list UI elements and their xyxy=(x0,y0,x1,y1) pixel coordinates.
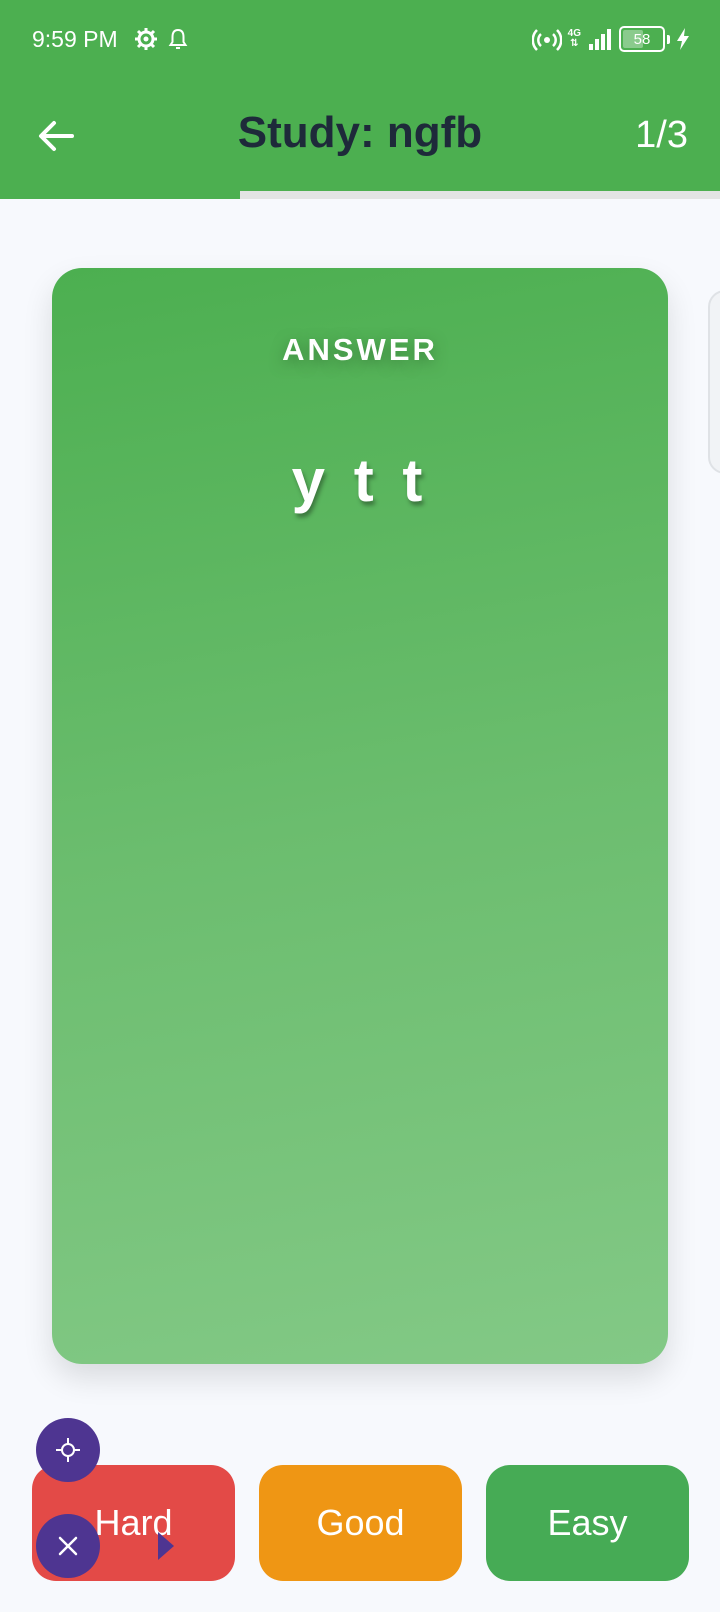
app-bar: 9:59 PM 4G ⇅ 58 Study: ngfb 1/3 xyxy=(0,0,720,199)
gear-icon xyxy=(135,28,157,50)
battery-icon: 58 xyxy=(619,26,665,52)
signal-icon xyxy=(589,29,611,50)
flashcard[interactable]: ANSWER y t t xyxy=(52,268,668,1364)
easy-button[interactable]: Easy xyxy=(486,1465,689,1581)
card-counter: 1/3 xyxy=(635,114,688,156)
good-button[interactable]: Good xyxy=(259,1465,462,1581)
status-time: 9:59 PM xyxy=(32,26,118,52)
close-button[interactable] xyxy=(36,1514,100,1578)
play-arrow-icon[interactable] xyxy=(158,1532,174,1560)
progress-bar xyxy=(0,191,720,199)
battery-level: 58 xyxy=(633,30,651,48)
next-card-peek xyxy=(708,290,720,474)
close-icon xyxy=(58,1536,78,1556)
card-answer-text: y t t xyxy=(291,447,429,514)
status-icons: 4G ⇅ 58 xyxy=(531,24,690,54)
crosshair-icon xyxy=(56,1438,80,1462)
card-side-label: ANSWER xyxy=(282,332,438,367)
charging-bolt-icon xyxy=(677,28,689,50)
page-title: Study: ngfb xyxy=(237,108,483,157)
network-type: 4G ⇅ xyxy=(567,28,581,49)
hotspot-icon xyxy=(531,29,562,51)
crosshair-button[interactable] xyxy=(36,1418,100,1482)
progress-fill xyxy=(0,191,240,199)
battery-tip xyxy=(667,34,670,44)
bell-icon xyxy=(168,28,188,49)
